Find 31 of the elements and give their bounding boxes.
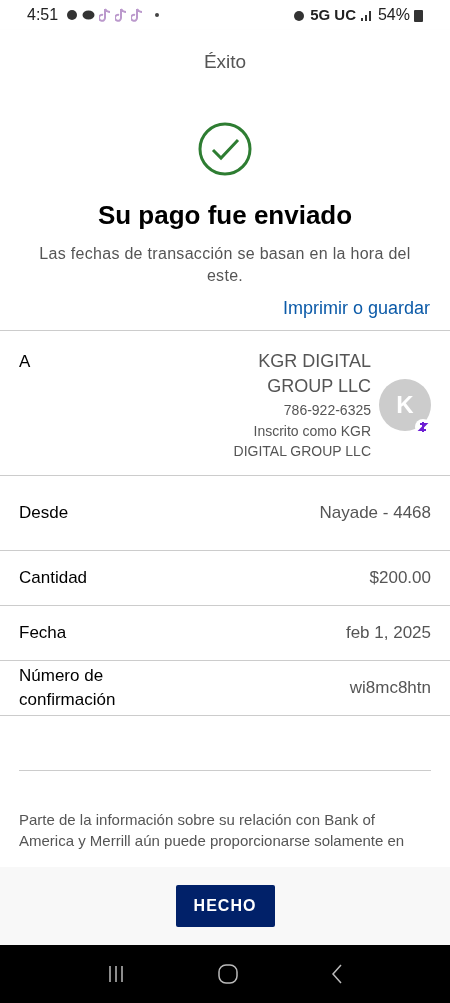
recent-apps-icon[interactable]: [106, 965, 125, 983]
detail-label: Cantidad: [19, 567, 89, 589]
detail-label: Número de confirmación: [19, 665, 117, 711]
back-icon[interactable]: [331, 964, 344, 984]
recipient-phone: 786-922-6325: [283, 401, 371, 420]
detail-value: wi8mc8htn: [349, 677, 431, 700]
network-label: 5G UC: [310, 4, 356, 25]
disclaimer-text: Parte de la información sobre su relación con Bank of America y Merrill aún puede proporcionarse solamente en: [19, 810, 406, 851]
enrolled-name: Inscrito como KGR DIGITAL GROUP LLC: [232, 422, 371, 461]
clock-time: 4:51: [27, 5, 59, 25]
detail-value: feb 1, 2025: [345, 622, 431, 645]
recipient-label: A: [19, 351, 31, 373]
battery-icon: [414, 8, 423, 22]
success-subtitle: Las fechas de transacción se basan en la hora del este.: [38, 244, 412, 286]
recipient-name: KGR DIGITAL GROUP LLC: [257, 350, 371, 398]
detail-value: Nayade - 4468: [319, 502, 431, 525]
signal-icon: [359, 8, 374, 22]
done-button[interactable]: HECHO: [175, 885, 275, 927]
screen-title: Éxito: [203, 50, 247, 75]
dot-icon: [155, 13, 160, 17]
music-note-icon: [115, 8, 128, 22]
detail-label: Fecha: [19, 622, 68, 644]
detail-label: Desde: [19, 502, 70, 524]
detail-value: $200.00: [369, 567, 431, 590]
check-circle-icon: [198, 122, 252, 176]
music-note-icon: [99, 8, 112, 22]
music-note-icon: [131, 8, 144, 22]
home-icon[interactable]: [218, 964, 238, 984]
print-save-link[interactable]: Imprimir o guardar: [282, 298, 430, 318]
battery-percent: 54%: [377, 5, 410, 25]
success-title: Su pago fue enviado: [97, 199, 353, 232]
